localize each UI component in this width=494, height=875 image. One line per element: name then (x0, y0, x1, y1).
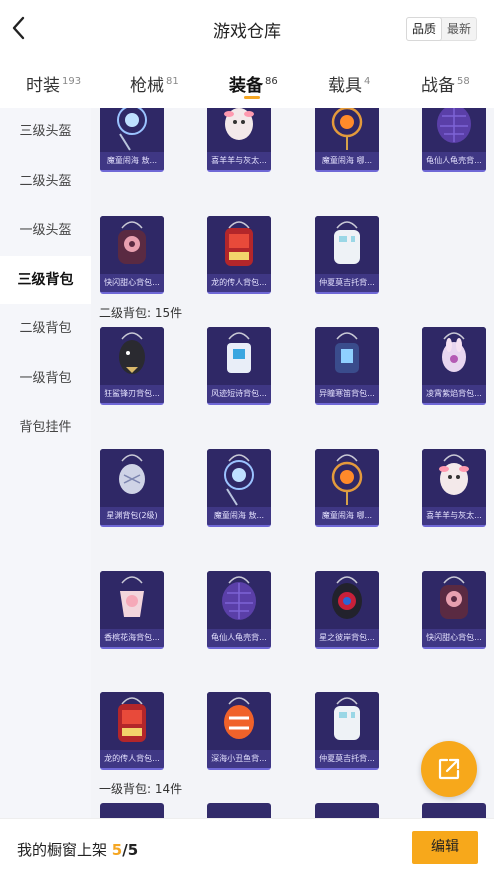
item-name: 星渊背包(2级) (100, 507, 164, 525)
item-card[interactable]: 龟仙人龟壳背... (207, 571, 271, 649)
sheep-backpack-icon (207, 108, 271, 154)
red-dragon-backpack-icon (207, 216, 271, 276)
item-card[interactable]: 仲夏莫吉托背... (315, 692, 379, 770)
section-title-level1: 一级背包: 14件 (99, 782, 183, 796)
item-card[interactable]: 风迹短诗背包... (207, 327, 271, 405)
item-card[interactable]: 凌霄紫焰背包... (422, 327, 486, 405)
orange-orb-backpack-icon (315, 449, 379, 509)
item-name: 异瞳寒笛背包... (315, 385, 379, 403)
white-poem-backpack-icon (207, 327, 271, 387)
sidebar: 三级头盔 二级头盔 一级头盔 三级背包 二级背包 一级背包 背包挂件 (0, 108, 91, 818)
item-name: 仲夏莫吉托背... (315, 274, 379, 292)
item-name: 快闪甜心背包... (422, 629, 486, 647)
item-name: 星之彼岸背包... (315, 629, 379, 647)
clownfish-backpack-icon (207, 692, 271, 752)
edit-button[interactable]: 编辑 (412, 831, 478, 864)
item-name: 喜羊羊与灰太... (207, 152, 271, 170)
turtle-shell-backpack-icon (422, 108, 486, 154)
flower-backpack-icon (100, 571, 164, 631)
item-name: 深海小丑鱼背... (207, 750, 271, 768)
tab-guns[interactable]: 枪械 81 (130, 71, 179, 96)
header: 游戏仓库 品质 最新 (0, 0, 494, 58)
category-tabs: 时装 193 枪械 81 装备 86 载具 4 战备 58 (0, 58, 494, 108)
item-card[interactable]: 喜羊羊与灰太... (207, 108, 271, 172)
pink-bear-backpack-icon (100, 216, 164, 276)
star-shore-backpack-icon (315, 571, 379, 631)
section-title-level2: 二级背包: 15件 (99, 306, 183, 320)
blue-orb-backpack-icon (207, 449, 271, 509)
item-name: 凌霄紫焰背包... (422, 385, 486, 403)
sort-quality-option[interactable]: 品质 (406, 17, 442, 41)
orange-orb-backpack-icon (315, 108, 379, 154)
sidebar-item-level2-helmet[interactable]: 二级头盔 (0, 159, 91, 205)
white-ice-backpack-icon (315, 216, 379, 276)
sheep-backpack-icon (422, 449, 486, 509)
tab-equipment[interactable]: 装备 86 (229, 71, 278, 96)
item-card[interactable]: 狂鲨锋刃背包... (100, 327, 164, 405)
item-card[interactable]: 魔童闹海 敖... (207, 449, 271, 527)
sort-toggle[interactable]: 品质 最新 (406, 17, 477, 41)
item-card[interactable]: 龙的传人背包... (100, 692, 164, 770)
sidebar-item-level3-backpack[interactable]: 三级背包 (0, 257, 91, 303)
tab-battle-supplies[interactable]: 战备 58 (421, 71, 470, 96)
item-card[interactable]: 异瞳寒笛背包... (315, 327, 379, 405)
turtle-shell-backpack-icon (207, 571, 271, 631)
external-link-icon (438, 758, 460, 780)
showcase-status: 我的橱窗上架 5/5 (17, 841, 139, 859)
active-tab-indicator (244, 96, 260, 99)
item-card[interactable]: 魔童闹海 哪... (315, 108, 379, 172)
item-name: 龟仙人龟壳背... (207, 629, 271, 647)
item-name: 香槟花海背包... (100, 629, 164, 647)
item-name: 魔童闹海 敖... (207, 507, 271, 525)
item-name: 快闪甜心背包... (100, 274, 164, 292)
item-card[interactable]: 魔童闹海 哪... (315, 449, 379, 527)
item-card[interactable] (207, 803, 271, 818)
item-card[interactable] (422, 803, 486, 818)
item-name: 魔童闹海 敖... (100, 152, 164, 170)
item-card[interactable]: 龟仙人龟壳背... (422, 108, 486, 172)
item-name: 喜羊羊与灰太... (422, 507, 486, 525)
item-name: 龟仙人龟壳背... (422, 152, 486, 170)
item-card[interactable]: 仲夏莫吉托背... (315, 216, 379, 294)
item-card[interactable]: 星渊背包(2级) (100, 449, 164, 527)
item-name: 龙的传人背包... (207, 274, 271, 292)
item-card[interactable]: 快闪甜心背包... (422, 571, 486, 649)
item-grid: 二级背包: 15件 一级背包: 14件 魔童闹海 敖... 喜羊羊与灰太... 魔童… (91, 108, 494, 818)
purple-flame-backpack-icon (422, 327, 486, 387)
shark-backpack-icon (100, 327, 164, 387)
bottom-bar: 我的橱窗上架 5/5 编辑 (0, 818, 494, 875)
item-card[interactable]: 喜羊羊与灰太... (422, 449, 486, 527)
sort-newest-option[interactable]: 最新 (442, 18, 476, 40)
item-card[interactable]: 快闪甜心背包... (100, 216, 164, 294)
sidebar-item-level1-backpack[interactable]: 一级背包 (0, 356, 91, 402)
item-card[interactable]: 香槟花海背包... (100, 571, 164, 649)
item-card[interactable]: 魔童闹海 敖... (100, 108, 164, 172)
white-ice-backpack-icon (315, 692, 379, 752)
share-button[interactable] (421, 741, 477, 797)
star-abyss-backpack-icon (100, 449, 164, 509)
blue-orb-backpack-icon (100, 108, 164, 154)
item-name: 仲夏莫吉托背... (315, 750, 379, 768)
item-card[interactable] (315, 803, 379, 818)
sidebar-item-level2-backpack[interactable]: 二级背包 (0, 306, 91, 352)
item-name: 魔童闹海 哪... (315, 507, 379, 525)
item-name: 魔童闹海 哪... (315, 152, 379, 170)
item-name: 风迹短诗背包... (207, 385, 271, 403)
blue-flute-backpack-icon (315, 327, 379, 387)
pink-bear-backpack-icon (422, 571, 486, 631)
item-card[interactable]: 龙的传人背包... (207, 216, 271, 294)
sidebar-item-level3-helmet[interactable]: 三级头盔 (0, 109, 91, 155)
red-dragon-backpack-icon (100, 692, 164, 752)
sidebar-item-level1-helmet[interactable]: 一级头盔 (0, 208, 91, 254)
item-card[interactable]: 深海小丑鱼背... (207, 692, 271, 770)
item-card[interactable]: 星之彼岸背包... (315, 571, 379, 649)
item-name: 龙的传人背包... (100, 750, 164, 768)
sidebar-item-backpack-charm[interactable]: 背包挂件 (0, 405, 91, 451)
tab-vehicles[interactable]: 载具 4 (328, 71, 370, 96)
item-name: 狂鲨锋刃背包... (100, 385, 164, 403)
tab-fashion[interactable]: 时装 193 (26, 71, 81, 96)
item-card[interactable] (100, 803, 164, 818)
